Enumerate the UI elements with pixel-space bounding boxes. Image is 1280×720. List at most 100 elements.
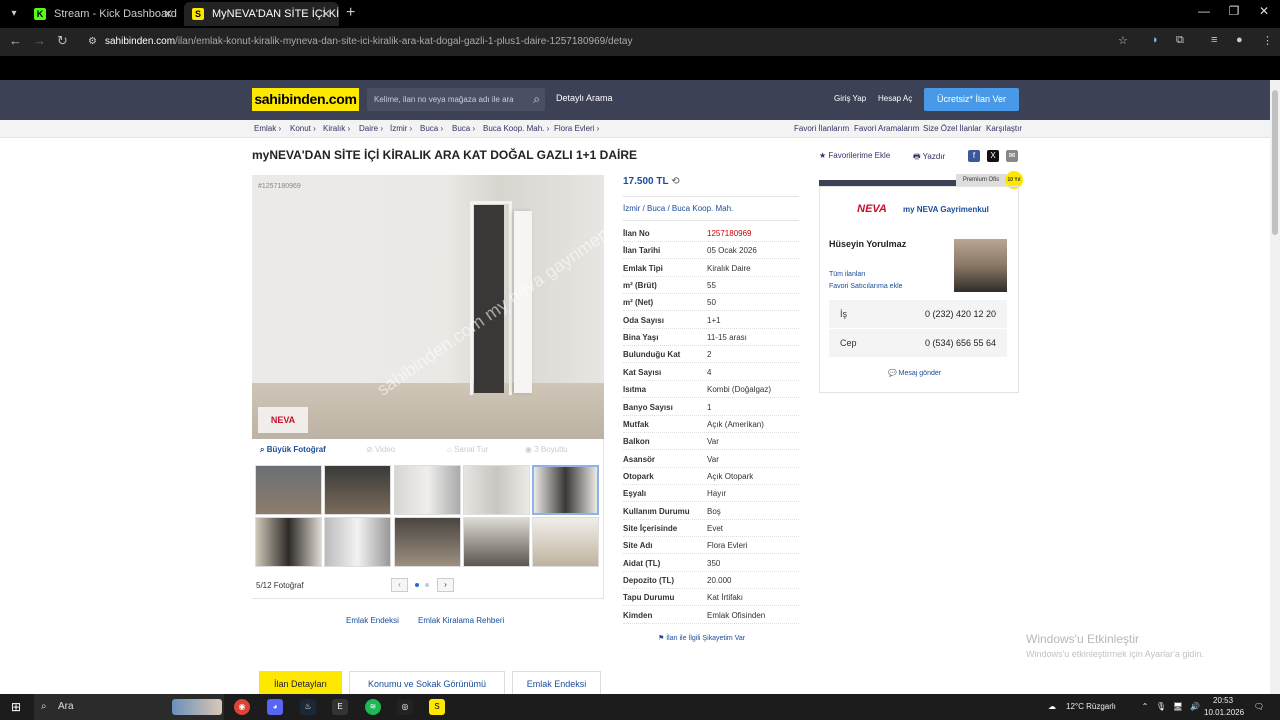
photo-thumbnail[interactable] [394,517,461,567]
store-name-link[interactable]: my NEVA Gayrimenkul [903,205,989,214]
detailed-search-link[interactable]: Detaylı Arama [556,93,613,103]
media-icon[interactable]: ≡ [1211,34,1217,46]
add-favorite-link[interactable]: ★ Favorilerime Ekle [819,151,890,160]
tab-search-icon[interactable]: ▾ [4,4,24,24]
microphone-icon[interactable]: 🎙 [1153,699,1169,715]
detail-key: İlan No [623,229,650,238]
x-twitter-icon[interactable]: X [987,150,999,162]
epic-games-icon[interactable]: E [332,699,348,715]
photo-thumbnail[interactable] [532,517,599,567]
profile-icon[interactable]: ● [1236,34,1243,46]
email-icon[interactable]: ✉ [1006,150,1018,162]
extension-icon[interactable]: ◗ [1152,34,1159,46]
detail-row: Eşyalı Hayır [623,485,799,503]
detail-value: Var [707,437,719,447]
send-message-label: Mesaj gönder [898,370,942,377]
favorite-searches-link[interactable]: Favori Aramalarım [854,124,919,133]
tab-real-estate-index[interactable]: Emlak Endeksi [512,671,601,695]
photo-thumbnail[interactable] [463,465,530,515]
login-link[interactable]: Giriş Yap [834,94,866,103]
obs-icon[interactable]: ◎ [397,699,413,715]
breadcrumb-item[interactable]: Buca Koop. Mah. › [483,124,549,133]
register-link[interactable]: Hesap Aç [878,94,912,103]
photo-thumbnail[interactable] [324,517,391,567]
detail-value: 350 [707,558,721,568]
spotify-icon[interactable]: ≋ [365,699,381,715]
photo-thumbnail[interactable] [394,465,461,515]
site-logo[interactable]: sahibinden.com [252,88,359,111]
tab-location-street-view[interactable]: Konumu ve Sokak Görünümü [349,671,505,695]
breadcrumb-item[interactable]: Flora Evleri › [554,124,599,133]
breadcrumb-item[interactable]: Emlak › [254,124,281,133]
rental-guide-link[interactable]: Emlak Kiralama Rehberi [418,616,504,625]
tab-kick-dashboard[interactable]: K Stream - Kick Dashboard ✕ [26,2,181,26]
volume-icon[interactable]: 🔊 [1187,699,1203,715]
tray-chevron-icon[interactable]: ⌃ [1137,699,1153,715]
breadcrumb-item[interactable]: Kiralık › [323,124,350,133]
notifications-icon[interactable]: 🗨 [1251,699,1267,715]
price-history-icon[interactable]: ⟲ [671,176,679,187]
breadcrumb-item[interactable]: Konut › [290,124,316,133]
tab-sahibinden[interactable]: S MyNEVA'DAN SİTE İÇİ KİRALIK ✕ [184,2,339,26]
menu-kebab-icon[interactable]: ⋮ [1262,34,1273,47]
real-estate-index-link[interactable]: Emlak Endeksi [346,616,399,625]
favorite-seller-link[interactable]: Favori Satıcılarıma ekle [829,283,903,290]
listing-location[interactable]: İzmir / Buca / Buca Koop. Mah. [623,204,733,213]
detail-key: Kat Sayısı [623,367,662,377]
photo-thumbnail-selected[interactable] [532,465,599,515]
search-placeholder: Kelime, ilan no veya mağaza adı ile ara [374,95,514,104]
clock-time[interactable]: 20:53 [1213,696,1233,705]
seller-logo[interactable]: NEVA [846,196,898,222]
steam-icon[interactable]: ♨ [300,699,316,715]
tab-listing-details[interactable]: İlan Detayları [259,671,342,695]
network-icon[interactable]: 🖥 [1170,699,1186,715]
next-photos-button[interactable]: › [437,578,454,592]
photo-thumbnail[interactable] [255,517,322,567]
all-ads-link[interactable]: Tüm ilanları [829,271,866,278]
restore-icon[interactable]: ❐ [1219,4,1249,18]
phone-work: İş 0 (232) 420 12 20 [829,300,1007,328]
breadcrumb-item[interactable]: İzmir › [390,124,412,133]
clock-date[interactable]: 10.01.2026 [1204,708,1244,717]
site-search-input[interactable]: Kelime, ilan no veya mağaza adı ile ara … [367,88,545,111]
breadcrumb-item[interactable]: Buca › [420,124,443,133]
photo-thumbnail[interactable] [255,465,322,515]
breadcrumb-item[interactable]: Daire › [359,124,383,133]
extensions-puzzle-icon[interactable]: ⧉ [1176,34,1184,47]
large-photo-button[interactable]: ⌕ Büyük Fotoğraf [260,445,326,455]
windows-start-icon[interactable]: ⊞ [8,699,24,715]
search-icon[interactable]: ⌕ [533,88,540,111]
close-tab-icon[interactable]: ✕ [321,2,331,26]
facebook-icon[interactable]: f [968,150,980,162]
close-tab-icon[interactable]: ✕ [163,2,173,26]
print-link[interactable]: 🖶 Yazdır [913,151,945,165]
photo-thumbnail[interactable] [324,465,391,515]
sahibinden-app-icon[interactable]: S [429,699,445,715]
special-ads-link[interactable]: Size Özel İlanlar [923,124,981,133]
phone-number[interactable]: 0 (232) 420 12 20 [925,309,996,319]
post-ad-button[interactable]: Ücretsiz* İlan Ver [924,88,1019,111]
new-tab-icon[interactable]: + [346,4,355,22]
forward-icon[interactable]: → [33,33,46,48]
phone-number[interactable]: 0 (534) 656 55 64 [925,338,996,348]
close-window-icon[interactable]: ✕ [1249,4,1279,18]
reload-icon[interactable]: ↻ [57,33,68,49]
breadcrumb-item[interactable]: Buca › [452,124,475,133]
minimize-icon[interactable]: — [1189,4,1219,18]
address-bar[interactable]: ⚙ sahibinden.com/ilan/emlak-konut-kirali… [80,31,1142,53]
main-photo[interactable]: #1257180969 sahibinden.com my neva gayri… [252,175,604,439]
prev-photos-button[interactable]: ‹ [391,578,408,592]
site-info-icon[interactable]: ⚙ [88,31,97,53]
favorite-ads-link[interactable]: Favori İlanlarım [794,124,849,133]
complaint-link[interactable]: ⚑ İlan ile İlgili Şikayetim Var [658,634,745,642]
chrome-icon[interactable]: ◉ [234,699,250,715]
send-message-link[interactable]: 💬 Mesaj gönder [888,369,941,377]
discord-icon[interactable]: ◕ [267,699,283,715]
scrollbar-thumb[interactable] [1272,90,1278,235]
photo-thumbnail[interactable] [463,517,530,567]
compare-link[interactable]: Karşılaştır [986,124,1022,133]
bookmark-star-icon[interactable]: ☆ [1118,34,1128,47]
search-highlight-image[interactable] [172,699,222,715]
detail-key: Kimden [623,610,653,620]
back-icon[interactable]: ← [9,33,22,48]
